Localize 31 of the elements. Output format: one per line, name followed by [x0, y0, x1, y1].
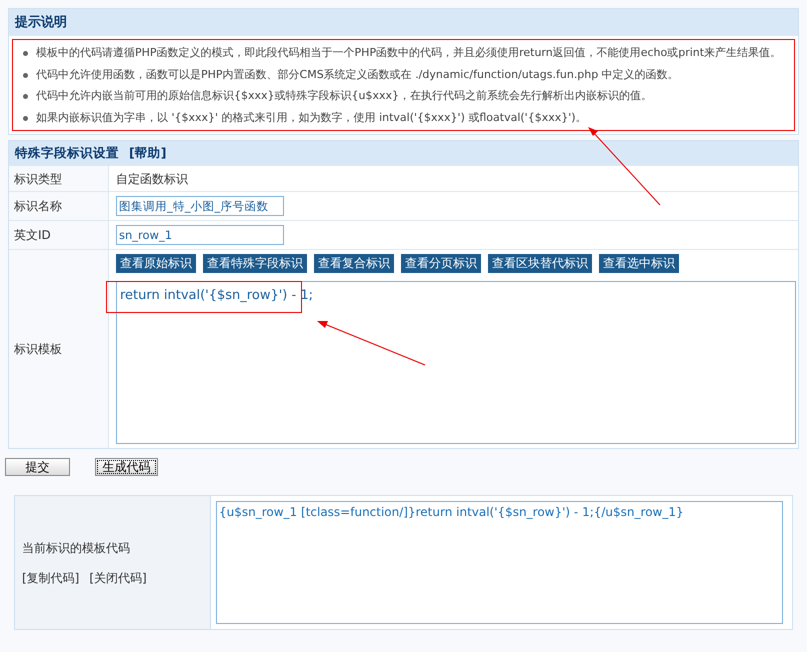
field-label: 标识模板	[14, 341, 62, 358]
view-button[interactable]: 查看原始标识	[116, 254, 196, 273]
code-link[interactable]: [关闭代码]	[89, 568, 147, 586]
code-textarea[interactable]: return intval('{$sn_row}') - 1;	[116, 281, 796, 444]
panel-title: 提示说明	[15, 14, 67, 32]
code-link[interactable]: [复制代码]	[22, 568, 80, 586]
tip-text: 如果内嵌标识值为字串，以 '{$xxx}' 的格式来引用，如为数字，使用 intval('{$xxx}') 或floatval('{$xxx}')。	[36, 110, 587, 126]
view-button[interactable]: 查看区块替代标识	[488, 254, 592, 273]
bullet-icon	[23, 72, 28, 78]
help-link[interactable]: [帮助]	[129, 144, 166, 162]
bullet-icon	[23, 51, 28, 56]
text-input[interactable]: 图集调用_特_小图_序号函数	[116, 196, 284, 216]
text-input[interactable]: sn_row_1	[116, 225, 284, 245]
bullet-icon	[23, 116, 28, 120]
view-button[interactable]: 查看选中标识	[599, 254, 679, 273]
tip-text: 代码中允许使用函数，函数可以是PHP内置函数、部分CMS系统定义函数或在 ./dynamic/function/utags.fun.php 中定义的函数。	[36, 66, 679, 82]
field-value: 自定函数标识	[116, 170, 188, 188]
tip-text: 模板中的代码请遵循PHP函数定义的模式，即此段代码相当于一个PHP函数中的代码，并且必须使用return返回值，不能使用echo或print来产生结果值。	[36, 45, 782, 61]
panel-title: 特殊字段标识设置	[15, 144, 119, 162]
bullet-icon	[23, 94, 28, 99]
code-textarea[interactable]: {u$sn_row_1 [tclass=function/]}return intval('{$sn_row}') - 1;{/u$sn_row_1}	[216, 501, 783, 624]
code-label: 当前标识的模板代码	[22, 540, 131, 556]
field-label: 英文ID	[14, 227, 51, 244]
tip-text: 代码中允许内嵌当前可用的原始信息标识{$xxx}或特殊字段标识{u$xxx}，在执行代码之前系统会先行解析出内嵌标识的值。	[36, 88, 652, 104]
view-button[interactable]: 查看分页标识	[401, 254, 481, 273]
field-label: 标识名称	[14, 198, 62, 215]
action-button[interactable]: 生成代码	[95, 458, 158, 476]
view-button[interactable]: 查看复合标识	[314, 254, 394, 273]
action-button[interactable]: 提交	[5, 458, 70, 476]
field-label: 标识类型	[14, 170, 62, 188]
view-button[interactable]: 查看特殊字段标识	[203, 254, 307, 273]
